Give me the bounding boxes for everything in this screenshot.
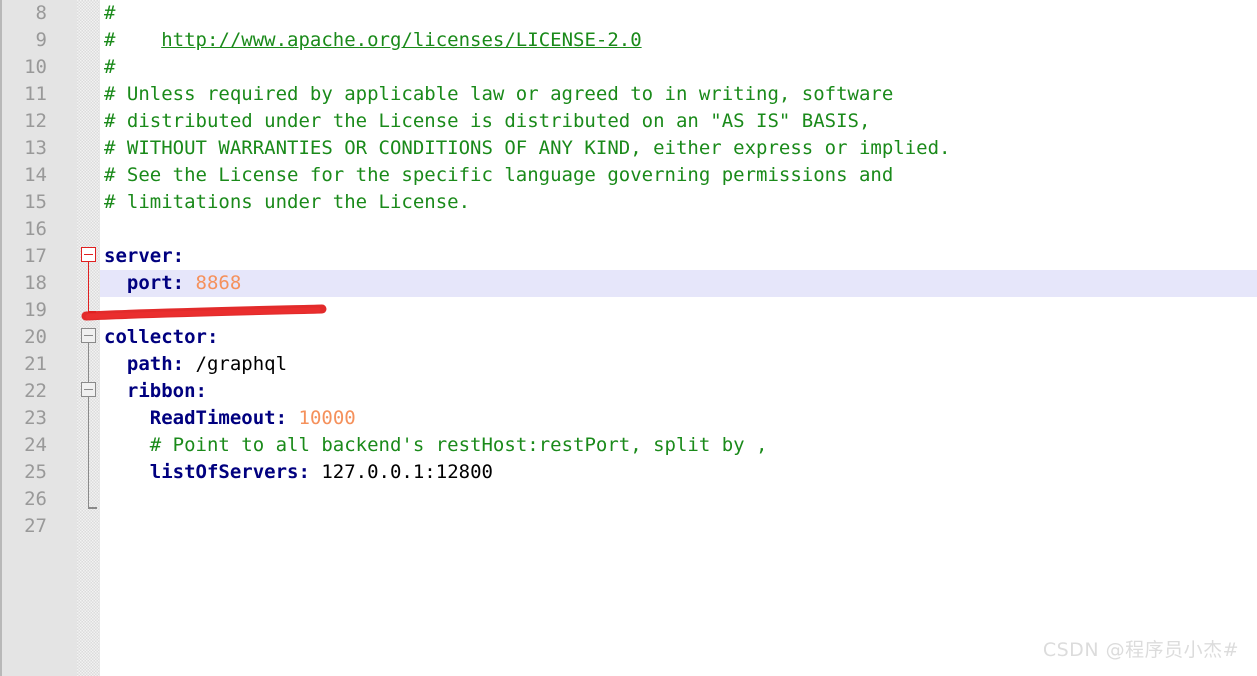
fold-marker-server[interactable]	[81, 247, 96, 262]
code-token-comment: # limitations under the License.	[104, 191, 471, 213]
code-token-text: /graphql	[184, 353, 288, 375]
code-token-punct: :	[172, 272, 185, 294]
code-token-key: listOfServers	[104, 461, 299, 483]
line-number: 11	[24, 83, 47, 105]
code-token-punct: :	[195, 380, 207, 402]
line-number: 13	[24, 137, 47, 159]
line-number: 21	[24, 353, 47, 375]
code-token-punct: :	[172, 245, 185, 267]
fold-marker-ribbon[interactable]	[81, 382, 96, 397]
line-number: 23	[24, 407, 47, 429]
code-token-comment: #	[104, 56, 116, 78]
code-token-key: collector	[104, 326, 207, 348]
fold-range-line-server	[87, 262, 89, 312]
fold-range-foot-server	[87, 311, 96, 313]
gutter-padding-column	[55, 0, 77, 676]
line-number: 22	[24, 380, 47, 402]
code-line[interactable]: #	[100, 54, 1257, 81]
line-number: 12	[24, 110, 47, 132]
code-token-comment: # distributed under the License is distr…	[104, 110, 871, 132]
line-number: 24	[24, 434, 47, 456]
line-number: 14	[24, 164, 47, 186]
code-line[interactable]: # WITHOUT WARRANTIES OR CONDITIONS OF AN…	[100, 135, 1257, 162]
fold-minus-icon	[84, 254, 93, 255]
line-number: 19	[24, 299, 47, 321]
code-line[interactable]: collector:	[100, 324, 1257, 351]
line-number: 10	[24, 56, 47, 78]
code-line[interactable]: ribbon:	[100, 378, 1257, 405]
code-line[interactable]: #	[100, 0, 1257, 27]
fold-range-foot-collector	[87, 507, 97, 509]
license-url-link[interactable]: http://www.apache.org/licenses/LICENSE-2…	[161, 29, 641, 51]
line-number: 20	[24, 326, 47, 348]
code-token-number: 8868	[195, 272, 242, 294]
code-line[interactable]: # distributed under the License is distr…	[100, 108, 1257, 135]
code-line[interactable]: server:	[100, 243, 1257, 270]
line-number-column: 8 9 10 11 12 13 14 15 16 17 18 19 20 21 22 23 24 25 26 27	[2, 0, 55, 540]
code-line[interactable]: # See the License for the specific langu…	[100, 162, 1257, 189]
fold-marker-layer[interactable]	[77, 0, 100, 676]
code-token-comment: #	[104, 2, 116, 24]
code-line[interactable]: listOfServers: 127.0.0.1:12800	[100, 459, 1257, 486]
code-token-punct: :	[206, 326, 219, 348]
line-number: 16	[24, 218, 47, 240]
code-line[interactable]: port: 8868	[100, 270, 1257, 297]
code-content-area[interactable]: # # http://www.apache.org/licenses/LICENS…	[100, 0, 1257, 676]
code-token-key: port	[104, 272, 173, 294]
code-line[interactable]: # Point to all backend's restHost:restPo…	[100, 432, 1257, 459]
code-token-comment: # Point to all backend's restHost:restPo…	[149, 434, 768, 456]
code-token-comment: #	[104, 29, 162, 51]
code-token-key: ribbon	[104, 380, 196, 402]
code-editor[interactable]: 8 9 10 11 12 13 14 15 16 17 18 19 20 21 22 23 24 25 26 27 #…	[0, 0, 1257, 676]
code-line[interactable]: # Unless required by applicable law or a…	[100, 81, 1257, 108]
code-token-punct: :	[298, 461, 310, 483]
fold-marker-collector[interactable]	[81, 328, 96, 343]
code-line[interactable]: path: /graphql	[100, 351, 1257, 378]
fold-minus-icon	[84, 389, 93, 390]
code-line[interactable]: ReadTimeout: 10000	[100, 405, 1257, 432]
code-line[interactable]	[100, 297, 1257, 324]
line-number: 25	[24, 461, 47, 483]
code-token-punct: :	[172, 353, 185, 375]
line-number: 8	[35, 2, 47, 24]
code-token-punct: :	[275, 407, 288, 429]
code-line[interactable]	[100, 513, 1257, 540]
csdn-watermark: CSDN @程序员小杰#	[1042, 639, 1239, 661]
code-line[interactable]: # http://www.apache.org/licenses/LICENSE…	[100, 27, 1257, 54]
code-token-text: 127.0.0.1:12800	[309, 461, 493, 483]
code-line[interactable]: # limitations under the License.	[100, 189, 1257, 216]
fold-range-line-collector	[87, 343, 89, 508]
line-number: 9	[35, 29, 47, 51]
code-token-comment: # See the License for the specific langu…	[104, 164, 894, 186]
fold-minus-icon	[84, 335, 93, 336]
line-number: 27	[24, 515, 47, 537]
line-number: 18	[24, 272, 47, 294]
line-number: 15	[24, 191, 47, 213]
line-number: 26	[24, 488, 47, 510]
code-token-key: server	[104, 245, 173, 267]
code-token-comment: # WITHOUT WARRANTIES OR CONDITIONS OF AN…	[104, 137, 951, 159]
code-line[interactable]	[100, 216, 1257, 243]
line-number: 17	[24, 245, 47, 267]
code-token-key: ReadTimeout	[104, 407, 276, 429]
code-token-comment: # Unless required by applicable law or a…	[104, 83, 894, 105]
code-line[interactable]	[100, 486, 1257, 513]
code-token-key: path	[104, 353, 173, 375]
code-token-number: 10000	[298, 407, 356, 429]
